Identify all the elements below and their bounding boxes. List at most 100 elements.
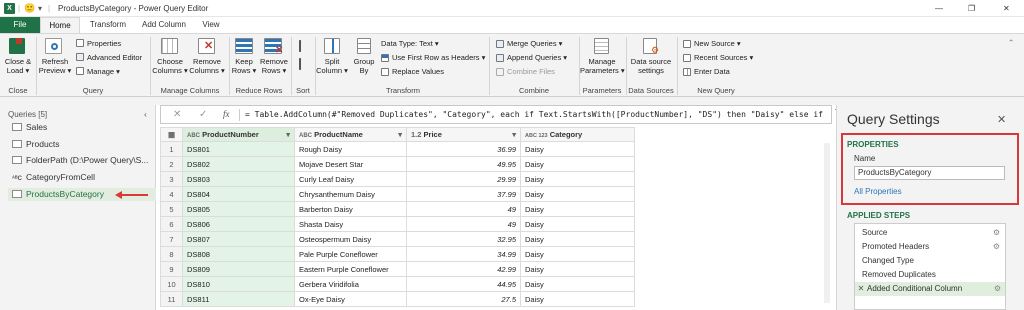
query-item-sales[interactable]: Sales xyxy=(12,121,47,134)
step-added-conditional-column[interactable]: ✕ Added Conditional Column ⚙ xyxy=(855,282,1005,296)
cell-productname[interactable]: Pale Purple Coneflower xyxy=(294,246,407,262)
step-removed-duplicates[interactable]: Removed Duplicates xyxy=(858,268,1004,282)
cell-category[interactable]: Daisy xyxy=(520,261,635,277)
new-source-button[interactable]: New Source ▾ xyxy=(694,39,741,48)
remove-columns-button[interactable]: Remove Columns ▾ xyxy=(189,57,225,75)
cell-productnumber[interactable]: DS805 xyxy=(182,201,295,217)
cell-productnumber[interactable]: DS811 xyxy=(182,291,295,307)
cell-productname[interactable]: Mojave Desert Star xyxy=(294,156,407,172)
column-header-category[interactable]: ABC 123 Category xyxy=(520,127,635,142)
smiley-feedback-icon[interactable]: 🙂 xyxy=(24,0,35,17)
cell-category[interactable]: Daisy xyxy=(520,156,635,172)
query-item-products[interactable]: Products xyxy=(12,138,60,151)
cell-category[interactable]: Daisy xyxy=(520,201,635,217)
cell-price[interactable]: 29.99 xyxy=(406,171,521,187)
cell-productname[interactable]: Ox-Eye Daisy xyxy=(294,291,407,307)
cell-price[interactable]: 32.95 xyxy=(406,231,521,247)
refresh-preview-button[interactable]: Refresh Preview ▾ xyxy=(38,57,72,75)
name-input[interactable]: ProductsByCategory xyxy=(854,166,1005,180)
cell-price[interactable]: 34.99 xyxy=(406,246,521,262)
all-properties-link[interactable]: All Properties xyxy=(854,187,902,196)
cell-productname[interactable]: Shasta Daisy xyxy=(294,216,407,232)
fx-icon[interactable]: fx xyxy=(223,109,230,119)
manage-parameters-button[interactable]: Manage Parameters ▾ xyxy=(580,57,625,75)
sort-descending-icon[interactable] xyxy=(299,58,308,70)
cell-productname[interactable]: Eastern Purple Coneflower xyxy=(294,261,407,277)
step-changed-type[interactable]: Changed Type xyxy=(858,254,1004,268)
column-header-productname[interactable]: ABC ProductName ▾ xyxy=(294,127,407,142)
cell-productnumber[interactable]: DS810 xyxy=(182,276,295,292)
use-first-row-button[interactable]: Use First Row as Headers ▾ xyxy=(392,53,485,62)
cell-productnumber[interactable]: DS802 xyxy=(182,156,295,172)
step-gear-icon[interactable]: ⚙ xyxy=(994,282,1001,296)
minimize-button[interactable]: — xyxy=(935,0,943,17)
filter-dropdown-icon[interactable]: ▾ xyxy=(512,130,516,139)
choose-columns-button[interactable]: Choose Columns ▾ xyxy=(152,57,188,75)
cell-category[interactable]: Daisy xyxy=(520,291,635,307)
step-promoted-headers[interactable]: Promoted Headers ⚙ xyxy=(858,240,1004,254)
query-item-categoryfromcell[interactable]: ᴬᴮC CategoryFromCell xyxy=(12,171,95,184)
tab-home[interactable]: Home xyxy=(40,17,80,33)
close-load-button[interactable]: Close & Load ▾ xyxy=(2,57,34,75)
cell-price[interactable]: 27.5 xyxy=(406,291,521,307)
cell-category[interactable]: Daisy xyxy=(520,141,635,157)
cell-productname[interactable]: Curly Leaf Daisy xyxy=(294,171,407,187)
vertical-scrollbar[interactable] xyxy=(824,143,830,303)
append-queries-button[interactable]: Append Queries ▾ xyxy=(507,53,567,62)
cell-price[interactable]: 44.95 xyxy=(406,276,521,292)
remove-rows-button[interactable]: Remove Rows ▾ xyxy=(258,57,290,75)
properties-button[interactable]: Properties xyxy=(87,39,121,48)
close-window-button[interactable]: ✕ xyxy=(1003,0,1010,17)
cell-price[interactable]: 49 xyxy=(406,201,521,217)
cell-category[interactable]: Daisy xyxy=(520,246,635,262)
select-all-icon[interactable]: ▦ xyxy=(160,127,183,142)
split-column-button[interactable]: Split Column ▾ xyxy=(316,57,348,75)
cell-category[interactable]: Daisy xyxy=(520,216,635,232)
cell-productnumber[interactable]: DS806 xyxy=(182,216,295,232)
cell-productnumber[interactable]: DS809 xyxy=(182,261,295,277)
replace-values-button[interactable]: Replace Values xyxy=(392,67,444,76)
confirm-formula-icon[interactable]: ✓ xyxy=(199,109,207,120)
cell-price[interactable]: 49.95 xyxy=(406,156,521,172)
cell-productname[interactable]: Gerbera Viridifolia xyxy=(294,276,407,292)
keep-rows-button[interactable]: Keep Rows ▾ xyxy=(229,57,259,75)
cell-price[interactable]: 37.99 xyxy=(406,186,521,202)
cell-category[interactable]: Daisy xyxy=(520,171,635,187)
cell-productnumber[interactable]: DS807 xyxy=(182,231,295,247)
formula-input[interactable]: = Table.AddColumn(#"Removed Duplicates",… xyxy=(245,110,825,119)
close-settings-icon[interactable]: ✕ xyxy=(997,113,1006,126)
cell-productnumber[interactable]: DS808 xyxy=(182,246,295,262)
recent-sources-button[interactable]: Recent Sources ▾ xyxy=(694,53,753,62)
cell-productname[interactable]: Rough Daisy xyxy=(294,141,407,157)
cell-productnumber[interactable]: DS803 xyxy=(182,171,295,187)
cell-category[interactable]: Daisy xyxy=(520,186,635,202)
query-item-folderpath[interactable]: FolderPath (D:\Power Query\S... xyxy=(12,154,148,167)
column-header-price[interactable]: 1.2 Price ▾ xyxy=(406,127,521,142)
cell-price[interactable]: 42.99 xyxy=(406,261,521,277)
cell-productnumber[interactable]: DS801 xyxy=(182,141,295,157)
advanced-editor-button[interactable]: Advanced Editor xyxy=(87,53,142,62)
cancel-formula-icon[interactable]: ✕ xyxy=(173,109,181,120)
step-source[interactable]: Source ⚙ xyxy=(858,226,1004,240)
restore-button[interactable]: ❐ xyxy=(968,0,975,17)
step-gear-icon[interactable]: ⚙ xyxy=(993,240,1000,254)
cell-category[interactable]: Daisy xyxy=(520,276,635,292)
filter-dropdown-icon[interactable]: ▾ xyxy=(286,130,290,139)
collapse-queries-icon[interactable]: ‹ xyxy=(144,108,147,121)
cell-price[interactable]: 49 xyxy=(406,216,521,232)
collapse-ribbon-icon[interactable]: ⌃ xyxy=(1008,38,1014,47)
cell-productnumber[interactable]: DS804 xyxy=(182,186,295,202)
quick-access-dropdown-icon[interactable]: ▾ xyxy=(38,0,42,17)
tab-add-column[interactable]: Add Column xyxy=(136,17,192,33)
tab-transform[interactable]: Transform xyxy=(83,17,133,33)
merge-queries-button[interactable]: Merge Queries ▾ xyxy=(507,39,562,48)
column-header-productnumber[interactable]: ABC ProductNumber ▾ xyxy=(182,127,295,142)
data-type-dropdown[interactable]: Data Type: Text ▾ xyxy=(381,39,439,48)
tab-file[interactable]: File xyxy=(0,17,40,33)
tab-view[interactable]: View xyxy=(195,17,227,33)
cell-category[interactable]: Daisy xyxy=(520,231,635,247)
delete-step-icon[interactable]: ✕ xyxy=(855,282,867,296)
step-gear-icon[interactable]: ⚙ xyxy=(993,226,1000,240)
group-by-button[interactable]: Group By xyxy=(350,57,378,75)
data-source-settings-button[interactable]: Data source settings xyxy=(628,57,674,75)
